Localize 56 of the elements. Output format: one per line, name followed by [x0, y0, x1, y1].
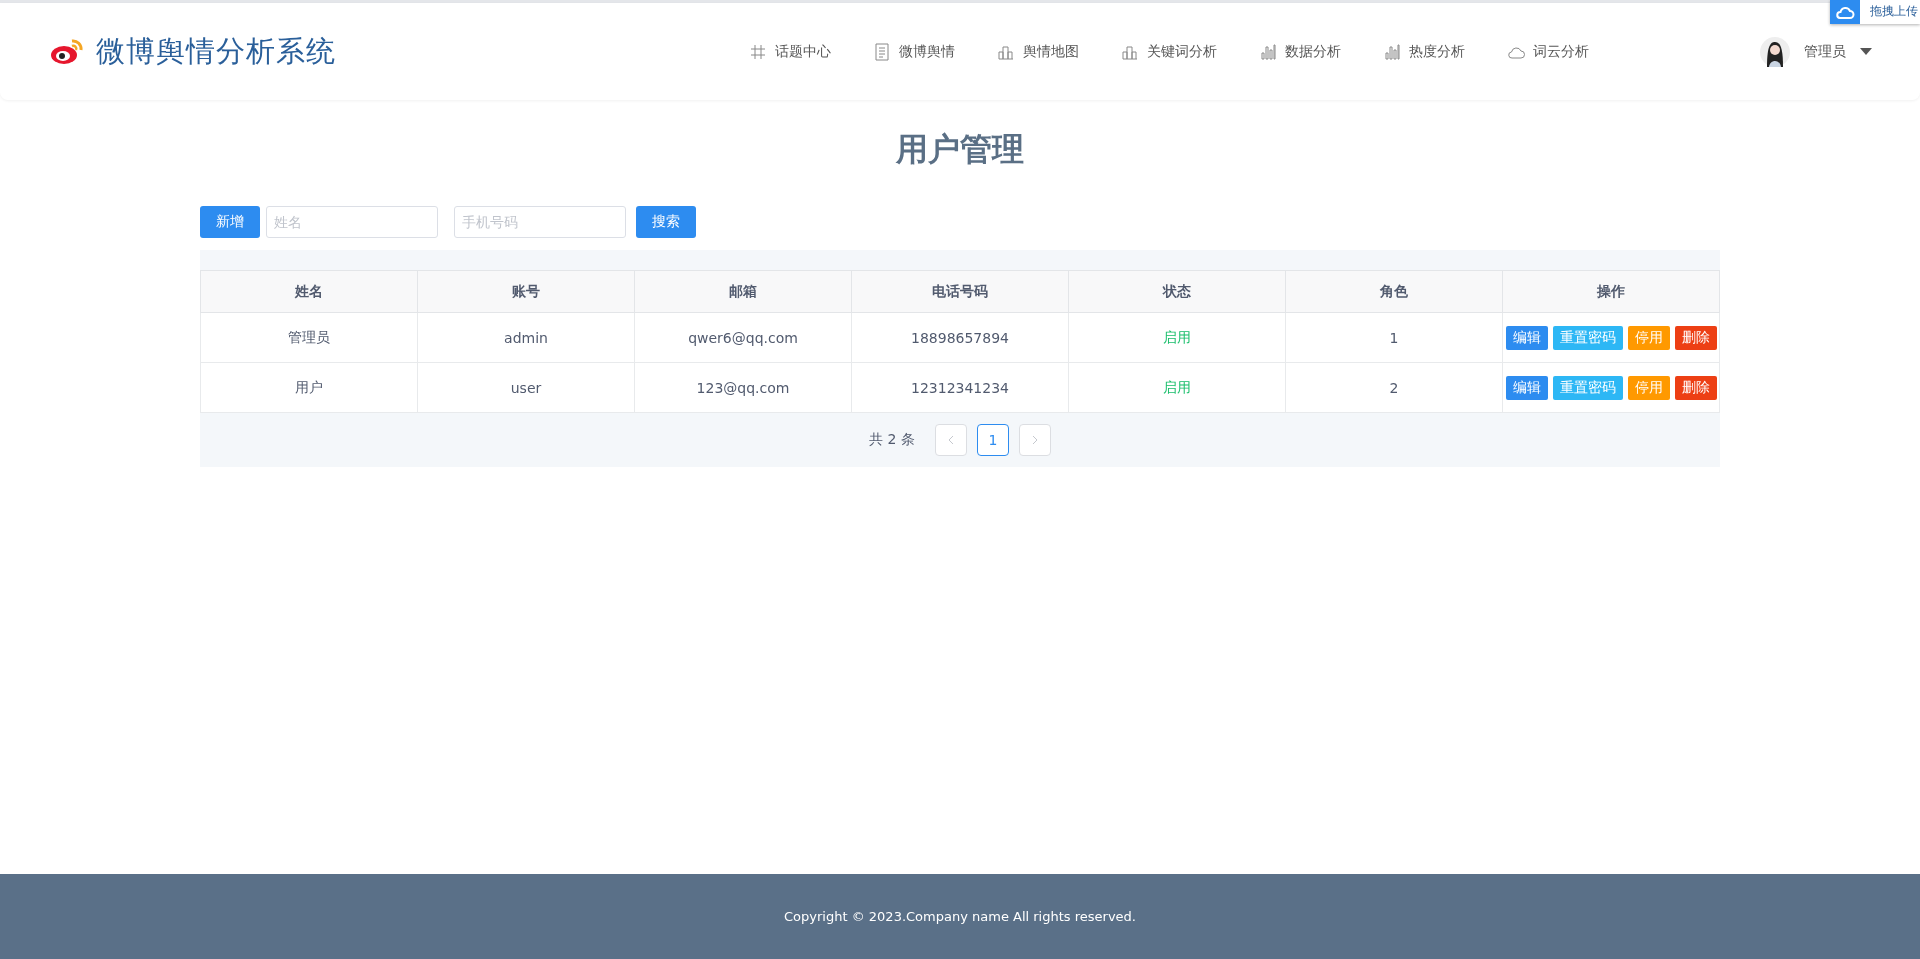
disable-button[interactable]: 停用 — [1627, 325, 1670, 350]
upload-label: 拖拽上传 — [1869, 3, 1919, 20]
table-cell: 123@qq.com — [634, 362, 852, 413]
delete-button[interactable]: 删除 — [1674, 375, 1717, 400]
page-title: 用户管理 — [895, 129, 1025, 170]
column-header: 状态 — [1068, 270, 1286, 313]
table-cell: 管理员 — [200, 312, 418, 363]
reset-button[interactable]: 重置密码 — [1552, 375, 1623, 400]
app-title: 微博舆情分析系统 — [96, 32, 336, 70]
nav-link[interactable]: 数据分析 — [1238, 42, 1362, 61]
chevron-left-icon — [946, 435, 955, 445]
cloud-upload-icon — [1835, 5, 1855, 19]
nav-link[interactable]: 热度分析 — [1362, 42, 1486, 61]
column-header: 电话号码 — [851, 270, 1069, 313]
weibo-logo — [50, 37, 84, 66]
nav-link[interactable]: 话题中心 — [728, 42, 852, 61]
column-header: 账号 — [417, 270, 635, 313]
nav-link[interactable]: 舆情地图 — [976, 42, 1100, 61]
table-cell: 12312341234 — [851, 362, 1069, 413]
bar-chart-icon — [1383, 42, 1401, 61]
nav-link[interactable]: 词云分析 — [1486, 42, 1610, 61]
edit-button[interactable]: 编辑 — [1505, 375, 1548, 400]
caret-icon[interactable] — [1860, 47, 1872, 56]
hash-icon — [749, 42, 767, 61]
table-cell: 用户 — [200, 362, 418, 413]
edit-button[interactable]: 编辑 — [1505, 325, 1548, 350]
delete-button[interactable]: 删除 — [1674, 325, 1717, 350]
disable-button[interactable]: 停用 — [1627, 375, 1670, 400]
table-cell: 1 — [1285, 312, 1503, 363]
name-field[interactable]: 姓名 — [266, 206, 438, 238]
document-icon — [873, 42, 891, 61]
column-header: 邮箱 — [634, 270, 852, 313]
phone-field[interactable]: 手机号码 — [454, 206, 626, 238]
user-name[interactable]: 管理员 — [1804, 42, 1846, 61]
status-text: 启用 — [1068, 312, 1286, 363]
copyright-text: Copyright © 2023.Company name All rights reserved. — [784, 909, 1136, 924]
page-button[interactable]: 1 — [976, 424, 1009, 456]
column-header: 操作 — [1502, 270, 1720, 313]
reset-button[interactable]: 重置密码 — [1552, 325, 1623, 350]
nav-link[interactable]: 微博舆情 — [852, 42, 976, 61]
bar-chart-icon — [1259, 42, 1277, 61]
chevron-right-icon — [1030, 435, 1039, 445]
avatar[interactable] — [1760, 36, 1790, 67]
table-cell: qwer6@qq.com — [634, 312, 852, 363]
column-header: 姓名 — [200, 270, 418, 313]
status-text: 启用 — [1068, 362, 1286, 413]
table-cell: admin — [417, 312, 635, 363]
nav-link[interactable]: 关键词分析 — [1100, 42, 1238, 61]
column-header: 角色 — [1285, 270, 1503, 313]
table-cell: user — [417, 362, 635, 413]
table-cell: 18898657894 — [851, 312, 1069, 363]
table-cell: 2 — [1285, 362, 1503, 413]
upload-widget[interactable]: 拖拽上传 — [1830, 0, 1920, 24]
add-button[interactable]: 新增 — [200, 206, 260, 238]
total-count: 共 2 条 — [869, 431, 915, 449]
search-button[interactable]: 搜索 — [636, 206, 696, 238]
